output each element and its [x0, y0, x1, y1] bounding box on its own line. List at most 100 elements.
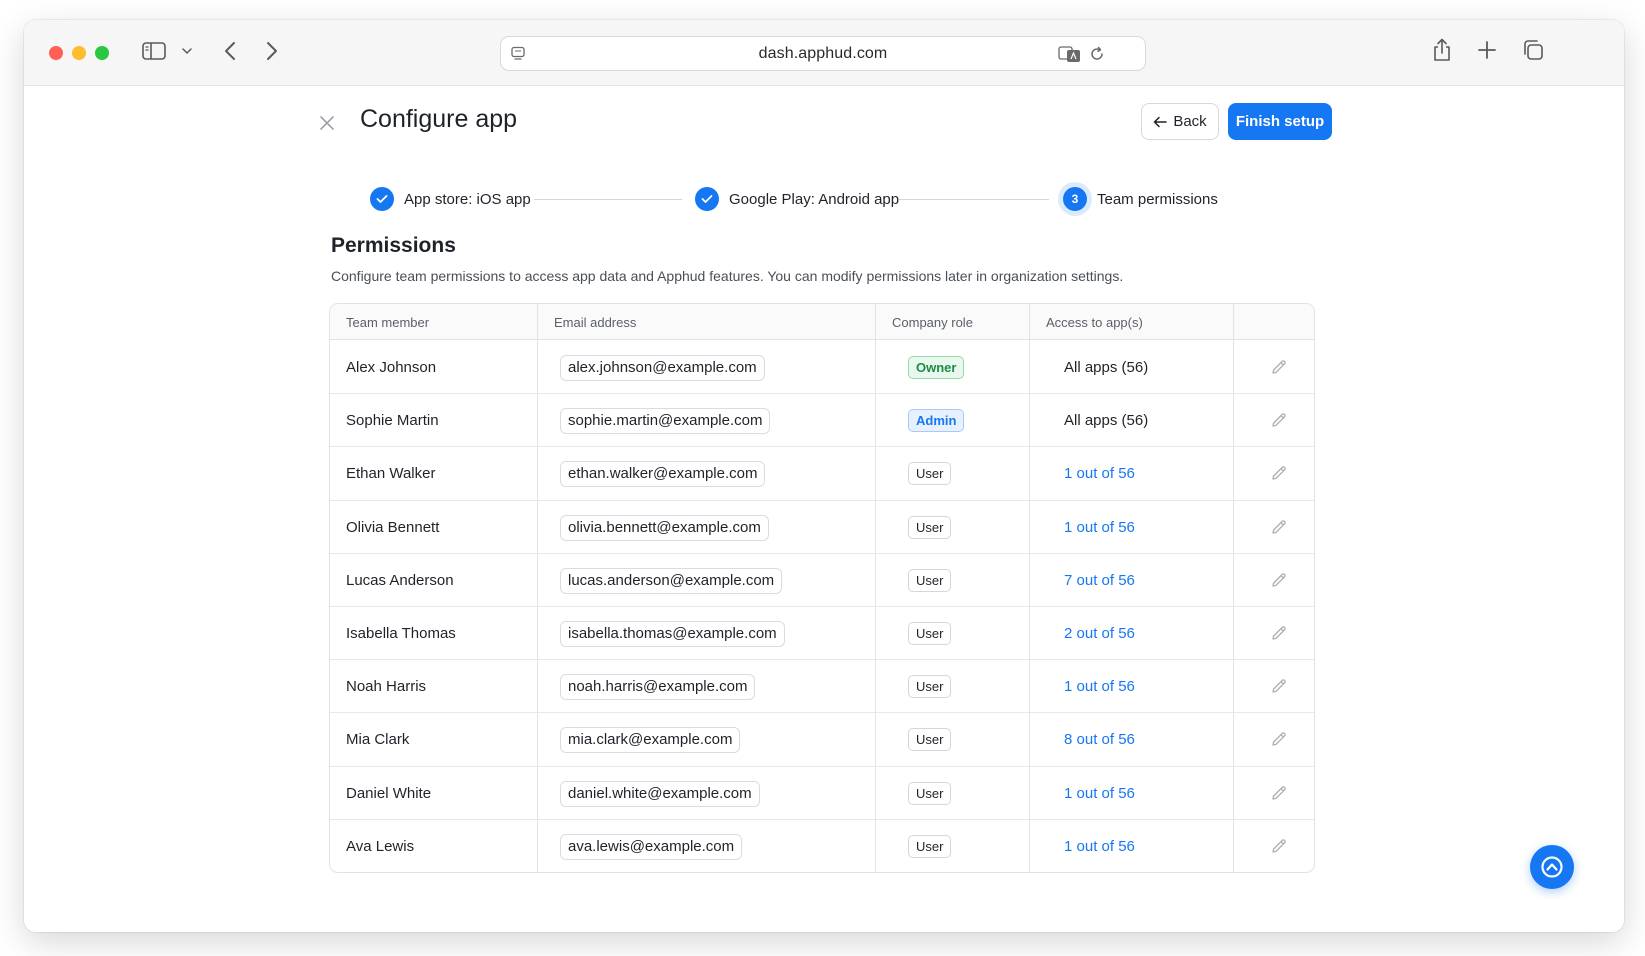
app-access-link[interactable]: 7 out of 56 — [1064, 572, 1135, 589]
member-name: Sophie Martin — [346, 412, 439, 429]
forward-arrow-icon[interactable] — [262, 40, 282, 62]
member-name: Noah Harris — [346, 678, 427, 695]
arrow-left-icon — [1154, 116, 1168, 127]
column-divider — [537, 304, 538, 872]
step-connector — [899, 199, 1049, 200]
finish-setup-label: Finish setup — [1235, 113, 1325, 130]
sidebar-toggle-icon[interactable] — [141, 40, 167, 62]
email-chip: noah.harris@example.com — [560, 674, 756, 700]
app-access-link[interactable]: 2 out of 56 — [1064, 625, 1135, 642]
table-header: Team member Email address Company role A… — [330, 304, 1314, 340]
browser-window: dash.apphud.com Configure app Back Finis… — [24, 20, 1624, 932]
window-minimize-button[interactable] — [72, 46, 86, 60]
step-number-badge: 3 — [1063, 187, 1087, 211]
step-label: App store: iOS app — [404, 190, 531, 208]
step-google-play[interactable]: Google Play: Android app — [695, 187, 899, 211]
app-access-text: All apps (56) — [1064, 359, 1149, 376]
email-chip: daniel.white@example.com — [560, 781, 760, 807]
column-divider — [1029, 304, 1030, 872]
permissions-table: Team member Email address Company role A… — [329, 303, 1315, 873]
permissions-description: Configure team permissions to access app… — [331, 268, 1124, 284]
email-chip: ava.lewis@example.com — [560, 834, 743, 860]
back-button[interactable]: Back — [1141, 103, 1219, 140]
app-access-link[interactable]: 8 out of 56 — [1064, 731, 1135, 748]
member-name: Ava Lewis — [346, 838, 415, 855]
edit-pencil-icon[interactable] — [1270, 837, 1288, 855]
edit-pencil-icon[interactable] — [1270, 518, 1288, 536]
support-chat-button[interactable] — [1530, 845, 1574, 889]
back-arrow-icon[interactable] — [220, 40, 240, 62]
chevron-down-icon[interactable] — [180, 45, 194, 57]
finish-setup-button[interactable]: Finish setup — [1228, 103, 1332, 140]
role-badge: Owner — [908, 356, 965, 379]
edit-pencil-icon[interactable] — [1270, 677, 1288, 695]
table-row: Alex Johnson alex.johnson@example.com Owne… — [330, 341, 1314, 394]
new-tab-icon[interactable] — [1476, 39, 1498, 61]
role-badge: User — [908, 516, 952, 539]
table-row: Ethan Walker ethan.walker@example.com User… — [330, 447, 1314, 501]
address-bar[interactable]: dash.apphud.com — [500, 36, 1146, 71]
role-badge: User — [908, 782, 952, 805]
chat-icon — [1541, 856, 1563, 878]
column-header-role: Company role — [892, 315, 973, 330]
step-label: Google Play: Android app — [729, 190, 900, 208]
app-access-link[interactable]: 1 out of 56 — [1064, 465, 1135, 482]
email-chip: isabella.thomas@example.com — [560, 621, 785, 647]
edit-pencil-icon[interactable] — [1270, 730, 1288, 748]
app-access-text: All apps (56) — [1064, 412, 1149, 429]
edit-pencil-icon[interactable] — [1270, 624, 1288, 642]
page-title: Configure app — [360, 105, 518, 133]
close-icon[interactable] — [318, 114, 336, 132]
edit-pencil-icon[interactable] — [1270, 358, 1288, 376]
edit-pencil-icon[interactable] — [1270, 571, 1288, 589]
email-chip: mia.clark@example.com — [560, 727, 741, 753]
url-text: dash.apphud.com — [758, 45, 888, 62]
email-chip: sophie.martin@example.com — [560, 408, 771, 434]
app-access-link[interactable]: 1 out of 56 — [1064, 678, 1135, 695]
edit-pencil-icon[interactable] — [1270, 784, 1288, 802]
table-row: Isabella Thomas isabella.thomas@example.c… — [330, 607, 1314, 660]
column-divider — [1233, 304, 1234, 872]
window-zoom-button[interactable] — [95, 46, 109, 60]
table-row: Lucas Anderson lucas.anderson@example.com… — [330, 554, 1314, 607]
role-badge: Admin — [908, 409, 965, 432]
check-icon — [695, 187, 719, 211]
edit-pencil-icon[interactable] — [1270, 411, 1288, 429]
table-row: Daniel White daniel.white@example.com User… — [330, 767, 1314, 820]
role-badge: User — [908, 462, 952, 485]
table-row: Ava Lewis ava.lewis@example.com User 1 out … — [330, 820, 1314, 872]
role-badge: User — [908, 569, 952, 592]
translate-icon[interactable] — [1057, 44, 1083, 64]
window-close-button[interactable] — [49, 46, 63, 60]
step-team-permissions[interactable]: 3 Team permissions — [1063, 187, 1218, 211]
member-name: Lucas Anderson — [346, 572, 454, 589]
share-icon[interactable] — [1430, 36, 1454, 64]
table-row: Olivia Bennett olivia.bennett@example.com… — [330, 501, 1314, 554]
tab-overview-icon[interactable] — [1521, 38, 1545, 62]
back-button-label: Back — [1173, 113, 1207, 130]
edit-pencil-icon[interactable] — [1270, 464, 1288, 482]
table-row: Mia Clark mia.clark@example.com User 8 out … — [330, 713, 1314, 767]
table-row: Sophie Martin sophie.martin@example.com Ad… — [330, 394, 1314, 447]
app-access-link[interactable]: 1 out of 56 — [1064, 785, 1135, 802]
step-label: Team permissions — [1097, 190, 1218, 208]
step-app-store[interactable]: App store: iOS app — [370, 187, 531, 211]
role-badge: User — [908, 622, 952, 645]
page-content: Configure app Back Finish setup App stor… — [24, 87, 1624, 932]
app-access-link[interactable]: 1 out of 56 — [1064, 838, 1135, 855]
member-name: Olivia Bennett — [346, 519, 440, 536]
member-name: Mia Clark — [346, 731, 410, 748]
app-access-link[interactable]: 1 out of 56 — [1064, 519, 1135, 536]
email-chip: alex.johnson@example.com — [560, 355, 765, 381]
reload-icon[interactable] — [1087, 44, 1107, 64]
member-name: Ethan Walker — [346, 465, 436, 482]
table-row: Noah Harris noah.harris@example.com User 1 … — [330, 660, 1314, 713]
email-chip: olivia.bennett@example.com — [560, 515, 769, 541]
email-chip: ethan.walker@example.com — [560, 461, 766, 487]
check-icon — [370, 187, 394, 211]
role-badge: User — [908, 835, 952, 858]
member-name: Daniel White — [346, 785, 432, 802]
column-header-team-member: Team member — [346, 315, 430, 330]
column-header-email: Email address — [554, 315, 637, 330]
role-badge: User — [908, 675, 952, 698]
